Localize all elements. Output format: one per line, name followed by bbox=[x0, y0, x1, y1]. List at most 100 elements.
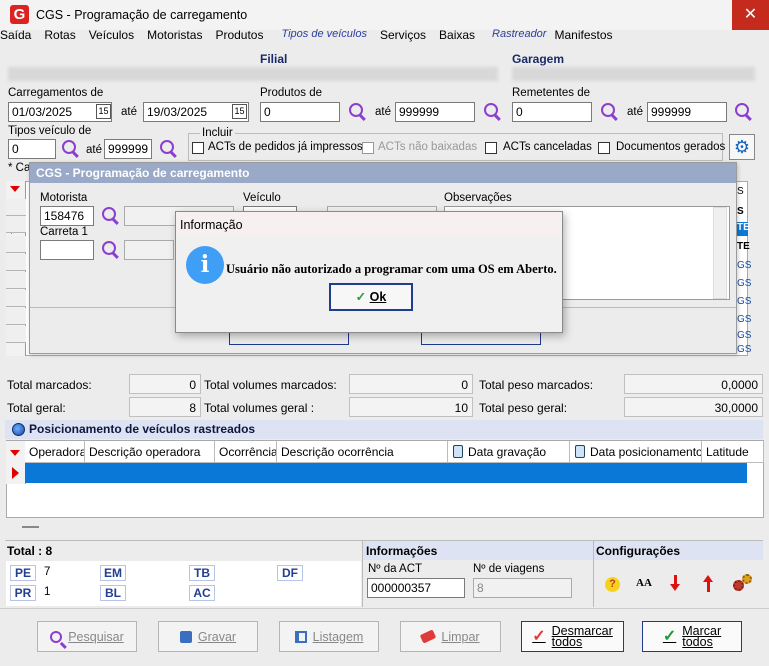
grid-cell: GS bbox=[737, 296, 752, 307]
grid-cell: GS bbox=[737, 330, 752, 341]
col-operadora[interactable]: Operadora bbox=[25, 441, 85, 463]
calendar-icon[interactable]: 15 bbox=[232, 104, 247, 119]
remetentes-to-field[interactable]: 999999 bbox=[647, 102, 727, 122]
menu-baixas[interactable]: Baixas bbox=[439, 28, 475, 44]
total-geral-label: Total geral: bbox=[7, 401, 66, 415]
tipos-veiculo-label: Tipos veículo de bbox=[8, 125, 92, 137]
act-field[interactable]: 000000357 bbox=[367, 578, 465, 598]
total-marcados-value: 0 bbox=[129, 374, 201, 394]
status-badge[interactable]: PR bbox=[10, 585, 36, 601]
remetentes-from-field[interactable]: 0 bbox=[512, 102, 592, 122]
gears-icon[interactable] bbox=[733, 574, 753, 592]
grid-cell: GS bbox=[737, 260, 752, 271]
listagem-label: Listagem bbox=[312, 629, 364, 644]
gravar-label: Gravar bbox=[197, 629, 237, 644]
font-size-icon[interactable]: AA bbox=[636, 577, 652, 589]
col-descricao-ocorrencia[interactable]: Descrição ocorrência bbox=[277, 441, 448, 463]
col-ocorrencia[interactable]: Ocorrência bbox=[215, 441, 277, 463]
informacoes-title: Informações bbox=[366, 544, 438, 558]
status-badge[interactable]: DF bbox=[277, 565, 303, 581]
settings-gear-button[interactable]: ⚙ bbox=[729, 134, 755, 160]
badge-count: 7 bbox=[44, 566, 51, 578]
checkbox-impressos[interactable] bbox=[192, 142, 204, 154]
list-icon bbox=[294, 630, 307, 643]
ate-label: até bbox=[121, 106, 137, 118]
menu-rotas[interactable]: Rotas bbox=[44, 28, 75, 44]
tipos-from-field[interactable]: 0 bbox=[8, 139, 56, 159]
carreta-field[interactable] bbox=[40, 240, 94, 260]
eraser-icon bbox=[420, 629, 437, 644]
observacoes-scrollbar[interactable] bbox=[713, 207, 727, 299]
desmarcar-line2: todos bbox=[551, 634, 583, 649]
checkbox-canceladas-label: ACTs canceladas bbox=[503, 141, 592, 153]
status-badge[interactable]: EM bbox=[100, 565, 126, 581]
total-vol-marcados-label: Total volumes marcados: bbox=[204, 378, 337, 392]
produtos-from-field[interactable]: 0 bbox=[260, 102, 340, 122]
status-badge[interactable]: BL bbox=[100, 585, 126, 601]
help-icon[interactable]: ? bbox=[605, 577, 620, 592]
listagem-button[interactable]: Listagem bbox=[279, 621, 379, 652]
grid-cell: S bbox=[737, 206, 744, 217]
pesquisar-button[interactable]: Pesquisar bbox=[37, 621, 137, 652]
checkbox-canceladas[interactable] bbox=[485, 142, 497, 154]
total-vol-geral-value: 10 bbox=[349, 397, 473, 417]
save-icon bbox=[179, 630, 192, 643]
menu-produtos[interactable]: Produtos bbox=[215, 28, 263, 44]
tipos-to-field[interactable]: 999999 bbox=[104, 139, 152, 159]
status-badge[interactable]: PE bbox=[10, 565, 36, 581]
marcar-todos-button[interactable]: ✓ Marcar todos bbox=[642, 621, 742, 652]
search-icon[interactable] bbox=[62, 140, 76, 154]
observacoes-label: Observações bbox=[444, 192, 512, 204]
window-title: CGS - Programação de carregamento bbox=[36, 8, 248, 22]
search-icon[interactable] bbox=[160, 140, 174, 154]
col-descricao-operadora[interactable]: Descrição operadora bbox=[85, 441, 215, 463]
arrow-down-icon[interactable] bbox=[670, 575, 682, 593]
col-latitude[interactable]: Latitude bbox=[702, 441, 764, 463]
desmarcar-todos-button[interactable]: ✓ Desmarcar todos bbox=[521, 621, 624, 652]
carreta-label: Carreta 1 bbox=[40, 226, 88, 238]
menu-tipos-veiculos[interactable]: Tipos de veículos bbox=[281, 28, 367, 44]
filial-value[interactable] bbox=[8, 67, 498, 81]
search-icon[interactable] bbox=[601, 103, 615, 117]
menu-manifestos[interactable]: Manifestos bbox=[554, 28, 612, 44]
checkbox-nao-baixadas[interactable] bbox=[362, 142, 374, 154]
motorista-label: Motorista bbox=[40, 192, 88, 204]
total-peso-geral-value: 30,0000 bbox=[624, 397, 763, 417]
search-icon[interactable] bbox=[102, 207, 116, 221]
search-icon[interactable] bbox=[102, 241, 116, 255]
menu-motoristas[interactable]: Motoristas bbox=[147, 28, 202, 44]
garagem-value[interactable] bbox=[512, 67, 755, 81]
menu-rastreador[interactable]: Rastreador bbox=[492, 28, 546, 44]
total-geral-value: 8 bbox=[129, 397, 201, 417]
viagens-label: Nº de viagens bbox=[473, 563, 545, 575]
grid-row-header bbox=[6, 236, 26, 253]
menu-servicos[interactable]: Serviços bbox=[380, 28, 426, 44]
table-row[interactable] bbox=[25, 463, 747, 483]
ok-button[interactable]: ✓ Ok bbox=[329, 283, 413, 311]
check-icon: ✓ bbox=[662, 628, 677, 645]
produtos-to-field[interactable]: 999999 bbox=[395, 102, 475, 122]
menu-veiculos[interactable]: Veículos bbox=[89, 28, 134, 44]
status-badge[interactable]: TB bbox=[189, 565, 215, 581]
gravar-button[interactable]: Gravar bbox=[158, 621, 258, 652]
col-data-posicionamento[interactable]: Data posicionamento bbox=[570, 441, 702, 463]
total-peso-marcados-value: 0,0000 bbox=[624, 374, 763, 394]
total-marcados-label: Total marcados: bbox=[7, 378, 92, 392]
arrow-up-icon[interactable] bbox=[703, 575, 715, 593]
limpar-button[interactable]: Limpar bbox=[400, 621, 501, 652]
status-badge[interactable]: AC bbox=[189, 585, 215, 601]
grid-cell: GS bbox=[737, 314, 752, 325]
calendar-icon bbox=[575, 445, 585, 458]
col-data-gravacao[interactable]: Data gravação bbox=[448, 441, 570, 463]
calendar-icon bbox=[453, 445, 463, 458]
motorista-field[interactable]: 158476 bbox=[40, 206, 94, 226]
calendar-icon[interactable]: 15 bbox=[96, 104, 111, 119]
search-icon[interactable] bbox=[484, 103, 498, 117]
search-icon[interactable] bbox=[735, 103, 749, 117]
splitter-handle[interactable] bbox=[22, 526, 39, 528]
close-button[interactable]: ✕ bbox=[732, 0, 769, 30]
menu-saida[interactable]: Saída bbox=[0, 28, 31, 44]
checkbox-documentos[interactable] bbox=[598, 142, 610, 154]
total-vol-marcados-value: 0 bbox=[349, 374, 473, 394]
search-icon[interactable] bbox=[349, 103, 363, 117]
